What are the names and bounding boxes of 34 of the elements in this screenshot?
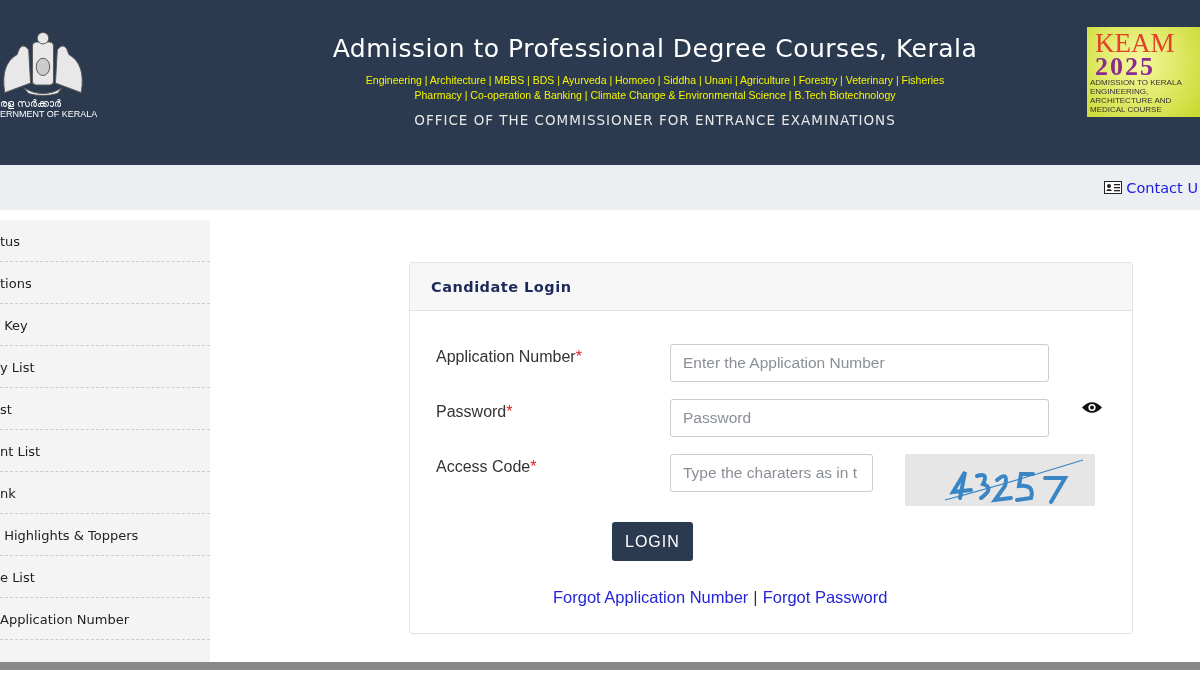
site-title: Admission to Professional Degree Courses, Kerala (332, 34, 978, 63)
sidebar-item[interactable]: nk (0, 472, 210, 514)
emblem-caption-text: ERNMENT OF KERALA (0, 109, 98, 120)
emblem-caption-text: രള സർക്കാർ (0, 98, 63, 109)
sidebar-item[interactable]: y List (0, 346, 210, 388)
input-field[interactable]: Enter the Application Number (670, 344, 1049, 382)
forgot-link[interactable]: Forgot Application Number (553, 588, 749, 607)
logo-year: 2025 (1095, 56, 1155, 78)
course-list: Engineering | Architecture | MBBS | BDS | Ayurveda | Homoeo | Siddha | Unani | Agriculture | Forestry | Veterinary | Fisheries (365, 73, 945, 88)
sidebar-item[interactable]: e List (0, 556, 210, 598)
logo-caption: ADMISSION TO KERALA ENGINEERING, (1090, 78, 1183, 96)
sidebar-item[interactable]: Key (0, 304, 210, 346)
sidebar-item[interactable]: st (0, 388, 210, 430)
sidebar-item[interactable]: tus (0, 220, 210, 262)
sidebar-item[interactable]: nt List (0, 430, 210, 472)
course-list: Pharmacy | Co-operation & Banking | Climate Change & Environmental Science | B.Tech Biotechnology (414, 88, 896, 103)
link-separator: | (753, 588, 758, 607)
sidebar-item[interactable]: Highlights & Toppers (0, 514, 210, 556)
sidebar-item[interactable]: Application Number (0, 598, 210, 640)
input-field[interactable]: Password (670, 399, 1049, 437)
office-name: OFFICE OF THE COMMISSIONER FOR ENTRANCE EXAMINATIONS (414, 112, 896, 128)
login-button[interactable]: LOGIN (612, 522, 693, 561)
sidebar-item[interactable]: tions (0, 262, 210, 304)
eye-icon[interactable] (1082, 401, 1102, 414)
field-label: Application Number* (436, 348, 582, 365)
logo-name: KEAM (1095, 30, 1175, 56)
logo-caption: ARCHITECTURE AND MEDICAL COURSE (1090, 96, 1173, 114)
field-label: Access Code* (436, 458, 537, 475)
contact-card-icon (1104, 181, 1123, 194)
card-title: Candidate Login (431, 278, 572, 295)
field-label: Password* (436, 403, 513, 420)
contact-link[interactable]: Contact U (1104, 179, 1198, 196)
forgot-link[interactable]: Forgot Password (762, 588, 888, 607)
input-field[interactable]: Type the charaters as in t (670, 454, 873, 492)
